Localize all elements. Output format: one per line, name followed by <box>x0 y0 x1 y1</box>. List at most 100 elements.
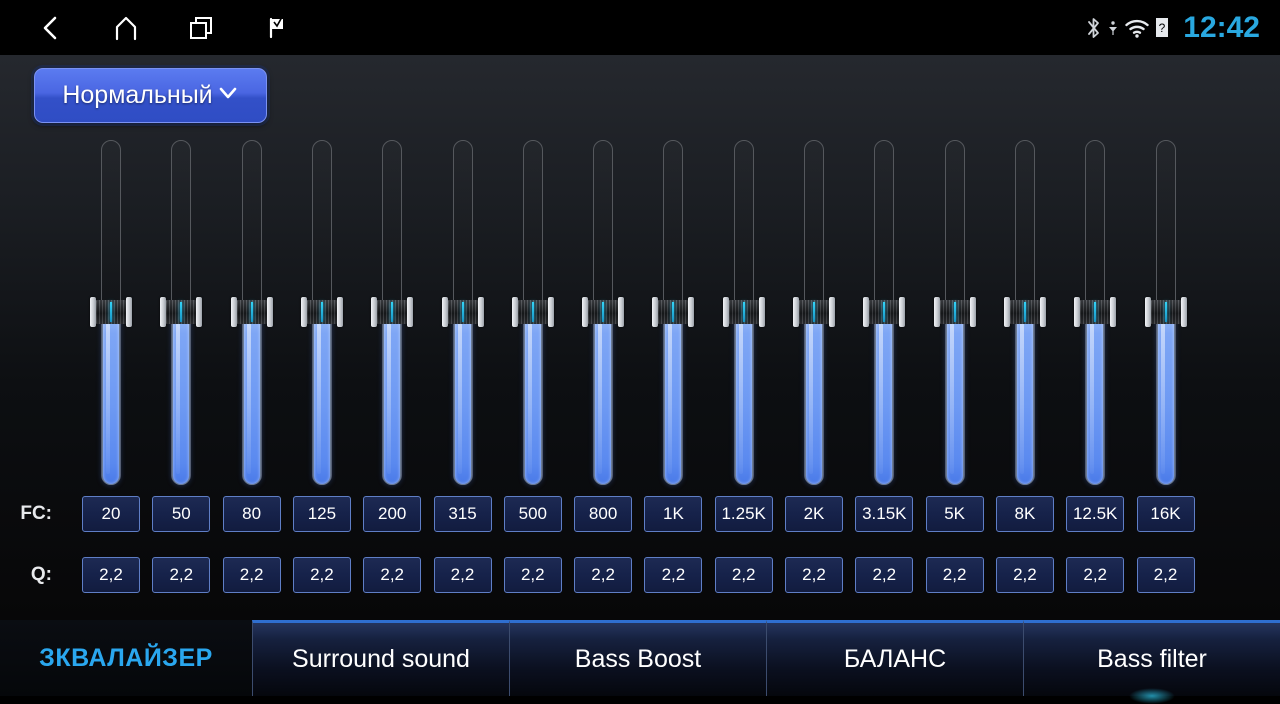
recents-icon[interactable] <box>184 11 218 45</box>
eq-slider-1.25k[interactable] <box>722 140 765 485</box>
q-cell[interactable]: 2,2 <box>714 557 773 593</box>
slider-thumb[interactable] <box>722 297 765 327</box>
thumb-cap-right <box>407 297 414 327</box>
fc-cell[interactable]: 5K <box>925 496 984 532</box>
q-cell[interactable]: 2,2 <box>785 557 843 593</box>
slider-thumb[interactable] <box>230 297 273 327</box>
bluetooth-icon <box>1085 16 1102 40</box>
fc-cell[interactable]: 500 <box>503 496 562 532</box>
q-cell[interactable]: 2,2 <box>503 557 562 593</box>
q-label: Q: <box>30 564 52 585</box>
fc-cell[interactable]: 200 <box>363 496 422 532</box>
q-cell[interactable]: 2,2 <box>1066 557 1125 593</box>
fc-cell[interactable]: 3.15K <box>855 496 914 532</box>
fc-cell[interactable]: 1.25K <box>714 496 773 532</box>
preset-dropdown-wrapper: Нормальный <box>34 68 267 123</box>
q-cell[interactable]: 2,2 <box>644 557 703 593</box>
chevron-down-icon <box>217 82 239 109</box>
tab-2[interactable]: Surround sound <box>252 620 509 696</box>
home-icon[interactable] <box>109 11 143 45</box>
eq-slider-2k[interactable] <box>793 140 835 485</box>
tab-1[interactable]: ЗКВАЛАЙЗЕР <box>0 620 252 696</box>
q-cell[interactable]: 2,2 <box>222 557 281 593</box>
thumb-cap-right <box>477 297 484 327</box>
preset-dropdown[interactable]: Нормальный <box>34 68 267 123</box>
eq-slider-800[interactable] <box>582 140 625 485</box>
thumb-cap-right <box>547 297 554 327</box>
q-cell[interactable]: 2,2 <box>855 557 914 593</box>
thumb-body <box>377 300 408 324</box>
slider-fill <box>734 312 753 485</box>
fc-cell[interactable]: 315 <box>433 496 492 532</box>
thumb-body <box>166 300 197 324</box>
eq-slider-1k[interactable] <box>652 140 695 485</box>
slider-thumb[interactable] <box>1074 297 1117 327</box>
q-cell[interactable]: 2,2 <box>363 557 422 593</box>
fc-cell[interactable]: 800 <box>574 496 633 532</box>
slider-thumb[interactable] <box>511 297 554 327</box>
slider-fill <box>172 312 191 485</box>
q-cell[interactable]: 2,2 <box>433 557 492 593</box>
slider-fill <box>453 312 472 485</box>
q-cell[interactable]: 2,2 <box>292 557 351 593</box>
eq-slider-8k[interactable] <box>1003 140 1046 485</box>
slider-thumb[interactable] <box>793 297 835 327</box>
eq-slider-16k[interactable] <box>1144 140 1187 485</box>
slider-thumb[interactable] <box>90 297 132 327</box>
slider-thumb[interactable] <box>441 297 484 327</box>
fc-cell[interactable]: 2K <box>785 496 843 532</box>
fc-cell[interactable]: 16K <box>1136 496 1195 532</box>
q-cell[interactable]: 2,2 <box>995 557 1054 593</box>
fc-cell[interactable]: 50 <box>152 496 211 532</box>
status-bar: ? 12:42 <box>0 0 1280 55</box>
fc-cell[interactable]: 20 <box>82 496 140 532</box>
fc-cell[interactable]: 80 <box>222 496 281 532</box>
slider-thumb[interactable] <box>652 297 695 327</box>
thumb-cap-right <box>688 297 695 327</box>
slider-thumb[interactable] <box>1003 297 1046 327</box>
eq-slider-125[interactable] <box>300 140 343 485</box>
fc-cell[interactable]: 125 <box>292 496 351 532</box>
q-cell[interactable]: 2,2 <box>574 557 633 593</box>
eq-slider-315[interactable] <box>441 140 484 485</box>
eq-slider-50[interactable] <box>160 140 203 485</box>
q-cell[interactable]: 2,2 <box>152 557 211 593</box>
eq-slider-200[interactable] <box>371 140 414 485</box>
back-icon[interactable] <box>34 11 68 45</box>
q-cell[interactable]: 2,2 <box>82 557 140 593</box>
tab-4[interactable]: БАЛАНС <box>766 620 1023 696</box>
slider-fill <box>242 312 261 485</box>
eq-slider-20[interactable] <box>90 140 132 485</box>
fc-cell[interactable]: 1K <box>644 496 703 532</box>
wifi-icon <box>1124 17 1150 39</box>
slider-group <box>0 140 1280 485</box>
q-cell[interactable]: 2,2 <box>1136 557 1195 593</box>
equalizer-panel: Нормальный FC: 20 50 80 125 200 315 500 800 1K 1.… <box>0 55 1280 620</box>
slider-thumb[interactable] <box>160 297 203 327</box>
thumb-body <box>447 300 478 324</box>
eq-slider-12.5k[interactable] <box>1074 140 1117 485</box>
thumb-cap-right <box>196 297 203 327</box>
eq-slider-500[interactable] <box>511 140 554 485</box>
fc-cell[interactable]: 12.5K <box>1066 496 1125 532</box>
slider-thumb[interactable] <box>933 297 976 327</box>
slider-thumb[interactable] <box>863 297 906 327</box>
slider-thumb[interactable] <box>371 297 414 327</box>
tab-bar: ЗКВАЛАЙЗЕР Surround sound Bass Boost БАЛАНС… <box>0 620 1280 704</box>
tab-3[interactable]: Bass Boost <box>509 620 766 696</box>
thumb-body <box>1080 300 1111 324</box>
flag-icon[interactable] <box>259 11 293 45</box>
eq-slider-5k[interactable] <box>933 140 976 485</box>
eq-slider-3.15k[interactable] <box>863 140 906 485</box>
slider-thumb[interactable] <box>582 297 625 327</box>
thumb-cap-right <box>1110 297 1117 327</box>
q-cell[interactable]: 2,2 <box>925 557 984 593</box>
fc-row: FC: 20 50 80 125 200 315 500 800 1K 1.25K 2K 3.15K 5… <box>0 496 1280 532</box>
slider-fill <box>102 312 120 485</box>
slider-thumb[interactable] <box>300 297 343 327</box>
thumb-body <box>658 300 689 324</box>
eq-slider-80[interactable] <box>230 140 273 485</box>
tab-5[interactable]: Bass filter <box>1023 620 1280 704</box>
fc-cell[interactable]: 8K <box>995 496 1054 532</box>
slider-thumb[interactable] <box>1144 297 1187 327</box>
